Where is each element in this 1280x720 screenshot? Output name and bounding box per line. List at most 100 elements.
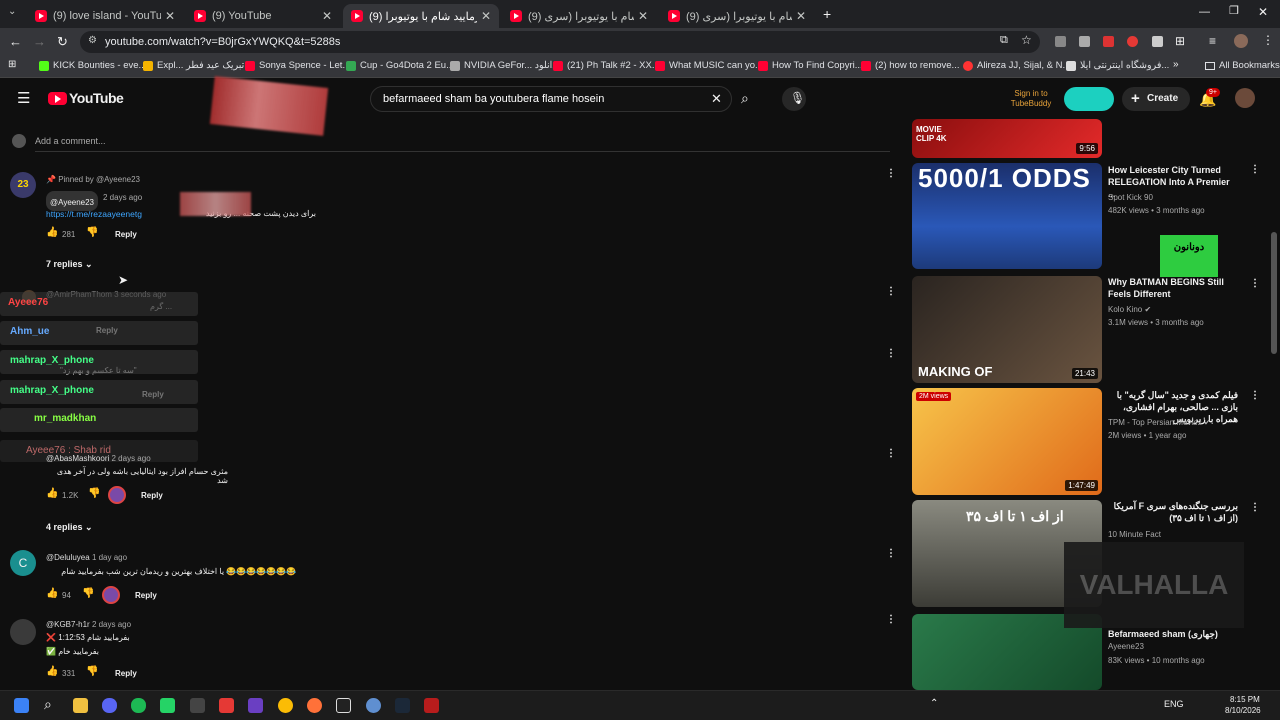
bookmark-item[interactable]: NVIDIA GeFor... دانلود: [450, 60, 557, 71]
reply-button[interactable]: Reply: [115, 230, 137, 239]
all-bookmarks[interactable]: All Bookmarks: [1205, 60, 1280, 71]
create-button[interactable]: + Create: [1122, 87, 1190, 111]
close-tab-icon[interactable]: ✕: [796, 9, 806, 23]
video-menu-icon[interactable]: ⋮: [1250, 165, 1260, 179]
extensions-puzzle-icon[interactable]: ⊞: [1175, 35, 1185, 47]
app-icon[interactable]: [366, 698, 381, 713]
bookmark-star-icon[interactable]: ☆: [1021, 34, 1032, 46]
site-info-icon[interactable]: ⚙: [88, 36, 97, 46]
video-thumbnail[interactable]: 5000/1 ODDS: [912, 163, 1102, 269]
bookmark-item[interactable]: (2) how to remove...: [861, 60, 959, 71]
channel-name[interactable]: 10 Minute Fact: [1108, 530, 1258, 539]
video-menu-icon[interactable]: ⋮: [1250, 391, 1260, 405]
hamburger-menu-icon[interactable]: ☰: [17, 91, 30, 106]
video-menu-icon[interactable]: ⋮: [1250, 503, 1260, 517]
more-bookmarks-icon[interactable]: »: [1173, 60, 1179, 70]
like-icon[interactable]: 👍: [46, 489, 58, 499]
tab-video-3[interactable]: (9) بفرمایید شام با یوتیوبرا (سری ...✕: [660, 4, 814, 28]
comment-author-chip[interactable]: @Ayeene23: [46, 191, 99, 211]
dislike-icon[interactable]: 👎: [82, 589, 94, 599]
bookmark-item[interactable]: How To Find Copyri...: [758, 60, 863, 71]
comment-menu-icon[interactable]: ⋮: [886, 349, 896, 363]
comment-menu-icon[interactable]: ⋮: [886, 549, 896, 563]
comment-date[interactable]: 2 days ago: [103, 193, 142, 202]
dislike-icon[interactable]: 👎: [86, 228, 98, 238]
extension-icon[interactable]: [1055, 36, 1066, 47]
comment-menu-icon[interactable]: ⋮: [886, 287, 896, 301]
close-window-icon[interactable]: ✕: [1258, 6, 1268, 18]
video-title[interactable]: بررسی جنگنده‌های سری F آمریکا (از اف ۱ ت…: [1108, 500, 1238, 524]
dota-icon[interactable]: [424, 698, 439, 713]
kgb-avatar[interactable]: [10, 619, 36, 645]
forward-icon[interactable]: →: [33, 35, 46, 48]
app-icon[interactable]: [248, 698, 263, 713]
bookmark-item[interactable]: KICK Bounties - eve...: [39, 60, 146, 71]
bookmark-item[interactable]: Cup - Go4Dota 2 Eu...: [346, 60, 454, 71]
clock-time[interactable]: 8:15 PM: [1230, 696, 1260, 704]
extension-icon[interactable]: [1127, 36, 1138, 47]
comment-menu-icon[interactable]: ⋮: [886, 449, 896, 463]
close-tab-icon[interactable]: ✕: [322, 9, 332, 23]
tubebuddy-button[interactable]: [1064, 87, 1114, 111]
replies-toggle[interactable]: 4 replies ⌄: [46, 522, 93, 533]
tubebuddy-signin[interactable]: Sign in to TubeBuddy: [1005, 89, 1057, 109]
comment-menu-icon[interactable]: ⋮: [886, 169, 896, 183]
tab-active-video[interactable]: (9) بفرمایید شام با یوتیوبرا (...✕: [343, 4, 499, 28]
media-controls-icon[interactable]: ≡: [1209, 35, 1216, 47]
telegram-link[interactable]: https://t.me/rezaayeenetg: [46, 209, 142, 219]
like-icon[interactable]: 👍: [46, 228, 58, 238]
comment-menu-icon[interactable]: ⋮: [886, 615, 896, 629]
language-indicator[interactable]: ENG: [1164, 700, 1184, 709]
video-menu-icon[interactable]: ⋮: [1250, 279, 1260, 293]
video-thumbnail[interactable]: MAKING OF 21:43: [912, 276, 1102, 383]
channel-name[interactable]: Spot Kick 90: [1108, 193, 1258, 202]
video-thumbnail[interactable]: 2M views 1:47:49: [912, 388, 1102, 495]
reload-icon[interactable]: ↻: [57, 35, 68, 48]
ayeene23-avatar[interactable]: 23: [10, 172, 36, 198]
replies-toggle[interactable]: 7 replies ⌄: [46, 259, 93, 270]
dislike-icon[interactable]: 👎: [86, 667, 98, 677]
app-icon[interactable]: [336, 698, 351, 713]
youtube-logo[interactable]: YouTube: [48, 90, 124, 106]
search-icon[interactable]: ⌕: [44, 697, 52, 711]
account-avatar[interactable]: [1235, 88, 1255, 108]
spotify-icon[interactable]: [131, 698, 146, 713]
app-icon[interactable]: [219, 698, 234, 713]
bookmark-item[interactable]: Alireza JJ, Sijal, & N...: [963, 60, 1070, 71]
search-button[interactable]: ⌕: [732, 86, 766, 112]
tab-search-icon[interactable]: ⌄: [8, 7, 16, 17]
sidebar-scrollbar[interactable]: [1271, 232, 1277, 354]
apps-grid-icon[interactable]: ⊞: [8, 60, 16, 70]
whatsapp-icon[interactable]: [160, 698, 175, 713]
windows-start-icon[interactable]: [14, 698, 29, 713]
app-icon[interactable]: [190, 698, 205, 713]
video-thumbnail[interactable]: MOVIE CLIP 4K 9:56: [912, 119, 1102, 158]
add-comment-input[interactable]: Add a comment...: [35, 136, 106, 146]
url-bar[interactable]: ⚙ youtube.com/watch?v=B0jrGxYWQKQ&t=5288…: [80, 31, 1040, 53]
channel-name[interactable]: Kolo Kino ✔: [1108, 305, 1258, 314]
bookmark-item[interactable]: What MUSIC can yo...: [655, 60, 763, 71]
bookmark-item[interactable]: (21) Ph Talk #2 - XX...: [553, 60, 660, 71]
close-tab-icon[interactable]: ✕: [638, 9, 648, 23]
video-title[interactable]: Befarmaeed sham (جهاری): [1108, 628, 1238, 640]
tab-video-2[interactable]: (9) بفرمایید شام با یوتیوبرا (سری ...✕: [502, 4, 656, 28]
channel-name[interactable]: Ayeene23: [1108, 642, 1258, 651]
steam-icon[interactable]: [395, 698, 410, 713]
dislike-icon[interactable]: 👎: [88, 489, 100, 499]
tab-love-island[interactable]: (9) love island - YouTube✕: [27, 4, 183, 28]
tab-youtube[interactable]: (9) YouTube ✕: [186, 4, 340, 28]
extension-icon[interactable]: [1103, 36, 1114, 47]
like-icon[interactable]: 👍: [46, 589, 58, 599]
back-icon[interactable]: ←: [9, 35, 22, 48]
channel-name[interactable]: TPM - Top Persian Movies ✔: [1108, 418, 1258, 427]
video-title[interactable]: Why BATMAN BEGINS Still Feels Different: [1108, 276, 1238, 300]
maximize-icon[interactable]: ❐: [1229, 6, 1239, 17]
browser-menu-icon[interactable]: ⋮: [1262, 34, 1274, 46]
reply-button[interactable]: Reply: [141, 491, 163, 500]
close-tab-icon[interactable]: ✕: [165, 9, 175, 23]
voice-search-button[interactable]: 🎙: [782, 87, 806, 111]
bookmark-item[interactable]: فروشگاه اینترنتی ایلا...: [1066, 60, 1169, 71]
bookmark-item[interactable]: Expl... تبریک عید فطر: [143, 60, 244, 71]
profile-avatar[interactable]: [1234, 34, 1248, 48]
tray-expand-icon[interactable]: ⌃: [930, 699, 938, 709]
